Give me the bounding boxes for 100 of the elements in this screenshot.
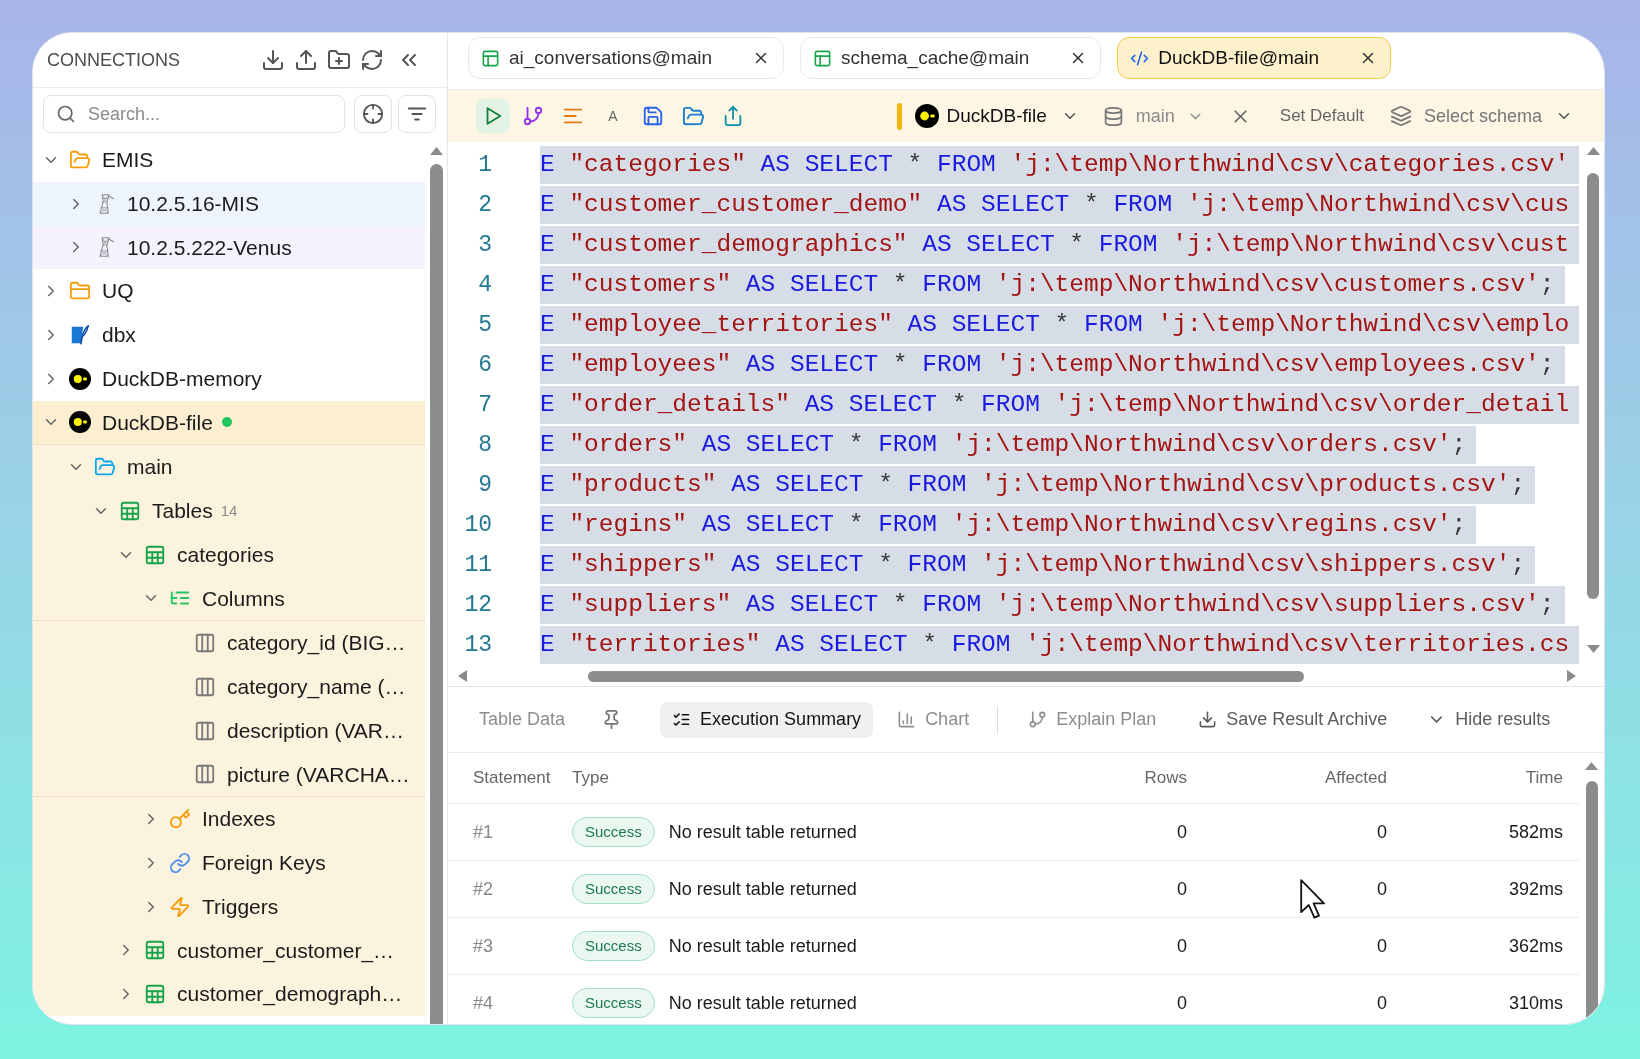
tree-item[interactable]: picture (VARCHA… bbox=[227, 758, 410, 791]
save-icon[interactable] bbox=[642, 105, 664, 127]
database-icon bbox=[1102, 105, 1124, 127]
cursor-icon bbox=[1300, 879, 1326, 919]
column-icon bbox=[194, 675, 216, 698]
tree-item[interactable]: Triggers bbox=[202, 890, 279, 923]
tree-item[interactable]: 10.2.5.222-Venus bbox=[127, 231, 292, 264]
rows-value: 0 bbox=[1177, 991, 1187, 1015]
line-number: 13 bbox=[463, 630, 492, 660]
tree-item[interactable]: EMIS bbox=[102, 144, 154, 176]
time-value: 582ms bbox=[1508, 820, 1563, 844]
editor-tab[interactable]: DuckDB-file@main bbox=[1117, 37, 1392, 79]
status-badge: Success bbox=[572, 874, 655, 904]
schema-dropdown[interactable]: Select schema bbox=[1389, 102, 1573, 130]
scroll-up-icon[interactable] bbox=[1585, 762, 1598, 770]
folder-plus-icon[interactable] bbox=[327, 48, 351, 72]
search-field[interactable]: Search... bbox=[43, 95, 345, 133]
download-icon[interactable] bbox=[261, 48, 285, 72]
code-icon bbox=[1130, 48, 1150, 68]
tree-item[interactable]: main bbox=[127, 451, 173, 483]
line-number: 9 bbox=[477, 470, 492, 500]
line-number: 4 bbox=[477, 270, 492, 300]
table-icon bbox=[144, 543, 166, 566]
branch-icon[interactable] bbox=[522, 105, 544, 127]
scroll-right-icon[interactable] bbox=[1567, 670, 1576, 682]
line-number: 11 bbox=[463, 550, 492, 580]
table-icon bbox=[144, 939, 166, 962]
line-number: 1 bbox=[477, 150, 492, 180]
tree-item[interactable]: UQ bbox=[102, 275, 134, 307]
affected-value: 0 bbox=[1377, 820, 1387, 844]
key-icon bbox=[169, 808, 191, 831]
statement-number: #4 bbox=[473, 991, 494, 1015]
save-archive-button[interactable]: Save Result Archive bbox=[1198, 706, 1388, 733]
time-value: 310ms bbox=[1508, 991, 1563, 1015]
tree-item[interactable]: Foreign Keys bbox=[202, 847, 326, 879]
hide-results-button[interactable]: Hide results bbox=[1427, 706, 1551, 733]
scroll-up-icon[interactable] bbox=[1586, 147, 1600, 155]
line-number: 5 bbox=[477, 310, 492, 340]
status-badge: Success bbox=[572, 988, 655, 1018]
tree-item[interactable]: DuckDB-memory bbox=[102, 362, 262, 395]
tree-item[interactable]: customer_demograph… bbox=[177, 978, 403, 1010]
tree-item[interactable]: dbx bbox=[102, 319, 136, 351]
tree-item[interactable]: categories bbox=[177, 538, 274, 571]
status-badge: Success bbox=[572, 931, 655, 961]
affected-value: 0 bbox=[1377, 877, 1387, 901]
tree-item[interactable]: Tables bbox=[152, 495, 213, 527]
tree-item[interactable]: customer_customer_… bbox=[177, 934, 395, 967]
filter-button[interactable] bbox=[398, 95, 436, 133]
checklist-icon bbox=[672, 710, 692, 729]
set-default-button[interactable]: Set Default bbox=[1279, 103, 1364, 129]
crosshair-icon bbox=[362, 103, 384, 125]
upload-icon[interactable] bbox=[294, 48, 318, 72]
tree-item[interactable]: 10.2.5.16-MIS bbox=[127, 187, 259, 220]
layers-icon bbox=[1389, 105, 1412, 127]
table-icon bbox=[481, 48, 500, 68]
result-message: No result table returned bbox=[668, 991, 857, 1015]
statement-number: #3 bbox=[473, 934, 494, 958]
line-number: 7 bbox=[477, 390, 492, 420]
circle-logo-icon bbox=[69, 367, 91, 390]
column-heading: Affected bbox=[1324, 767, 1387, 790]
run-button[interactable] bbox=[476, 99, 510, 133]
tree-item[interactable]: category_name (… bbox=[227, 671, 406, 703]
download-icon bbox=[1198, 710, 1218, 729]
font-button[interactable]: A bbox=[596, 99, 630, 133]
refresh-icon[interactable] bbox=[360, 48, 384, 72]
rows-value: 0 bbox=[1177, 934, 1187, 958]
tree-item[interactable]: description (VAR… bbox=[227, 714, 404, 747]
sidebar-scrollbar-thumb[interactable] bbox=[429, 164, 443, 1024]
feather-icon bbox=[69, 323, 91, 346]
result-tab[interactable]: Execution Summary bbox=[660, 701, 874, 738]
upload-icon[interactable] bbox=[722, 105, 744, 127]
horizontal-scrollbar-thumb[interactable] bbox=[588, 670, 1304, 682]
lightning-icon bbox=[169, 895, 191, 918]
sidebar-title: CONNECTIONS bbox=[47, 48, 180, 72]
item-count: 14 bbox=[220, 500, 238, 521]
line-number: 6 bbox=[477, 350, 492, 380]
affected-value: 0 bbox=[1377, 934, 1387, 958]
tree-item[interactable]: Columns bbox=[202, 582, 285, 615]
tree-item[interactable]: Indexes bbox=[202, 803, 276, 835]
column-heading: Rows bbox=[1144, 767, 1187, 790]
link-icon bbox=[169, 851, 191, 874]
folder-open-icon[interactable] bbox=[681, 104, 705, 128]
time-value: 392ms bbox=[1508, 877, 1563, 901]
editor-tab[interactable]: schema_cache@main bbox=[800, 37, 1102, 79]
scroll-down-icon[interactable] bbox=[1586, 645, 1600, 653]
table-icon bbox=[144, 983, 166, 1006]
tree-item[interactable]: category_id (BIG… bbox=[227, 627, 406, 659]
locate-button[interactable] bbox=[354, 95, 392, 133]
line-number: 10 bbox=[463, 510, 492, 540]
folder-open-icon bbox=[69, 148, 91, 171]
vertical-scrollbar-thumb[interactable] bbox=[1587, 173, 1599, 599]
affected-value: 0 bbox=[1377, 991, 1387, 1015]
scroll-up-icon[interactable] bbox=[429, 147, 443, 155]
circle-logo-icon bbox=[914, 104, 939, 128]
scroll-left-icon[interactable] bbox=[458, 670, 467, 682]
column-icon bbox=[194, 719, 216, 742]
tree-item[interactable]: DuckDB-file bbox=[102, 406, 213, 439]
connection-dropdown[interactable]: DuckDB-file bbox=[914, 101, 1079, 131]
table-icon bbox=[119, 499, 141, 522]
editor-tab[interactable]: ai_conversations@main bbox=[468, 37, 785, 79]
